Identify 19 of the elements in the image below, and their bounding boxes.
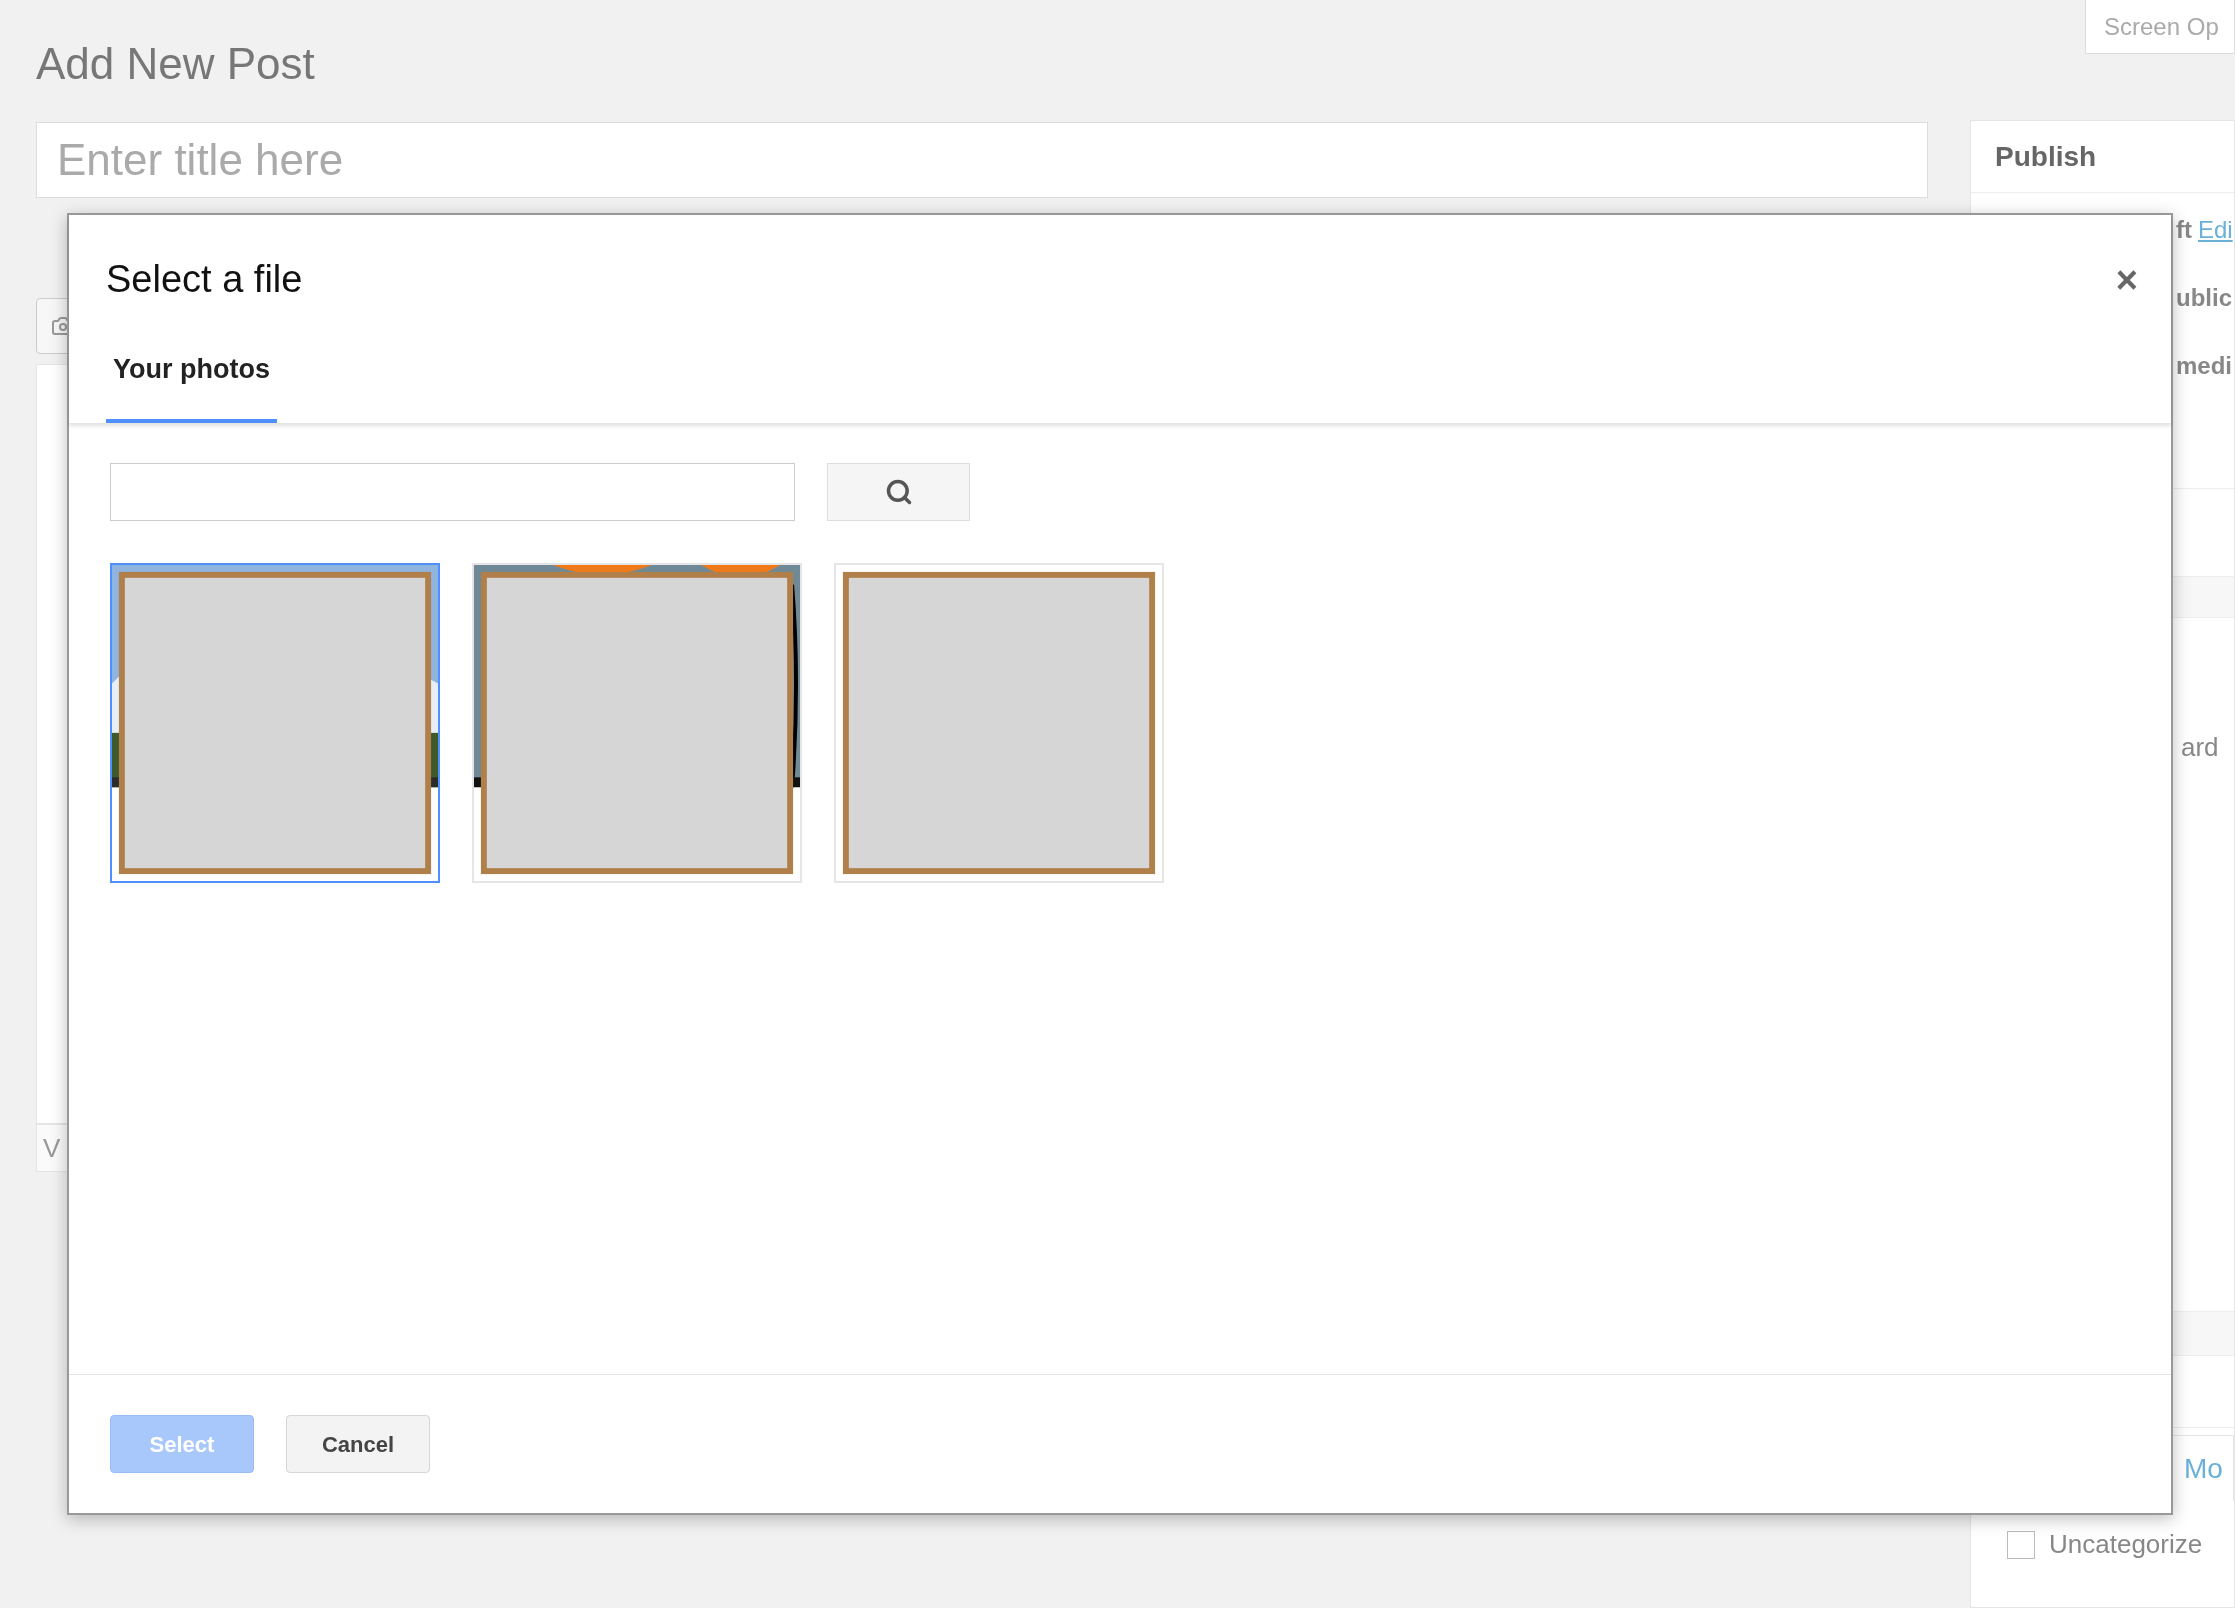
status-text: ft [2176, 215, 2192, 245]
sidebar-text: ard [2181, 731, 2220, 764]
screen-options-tab[interactable]: Screen Op [2085, 0, 2235, 54]
edit-link[interactable]: Edi [2198, 213, 2233, 247]
category-checkbox[interactable] [2007, 1530, 2035, 1559]
cancel-button[interactable]: Cancel [286, 1415, 430, 1473]
close-button[interactable]: × [2115, 260, 2138, 299]
category-label: Uncategorize [2049, 1528, 2203, 1561]
search-field[interactable] [110, 463, 795, 521]
search-icon [884, 478, 913, 506]
search-button[interactable] [827, 463, 970, 521]
editor-status: V [43, 1131, 61, 1165]
status-text: ublic [2176, 283, 2232, 313]
status-text: medi [2176, 351, 2232, 381]
page-heading: Add New Post [36, 38, 315, 90]
dialog-title: Select a file [106, 257, 303, 302]
publish-title: Publish [1995, 139, 2097, 174]
title-field[interactable]: Enter title here [36, 122, 1928, 198]
tab[interactable]: Your photos [106, 348, 277, 423]
